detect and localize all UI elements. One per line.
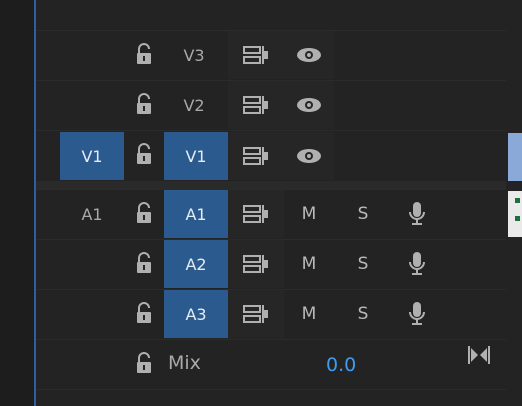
eye-icon [297,98,321,112]
lock-icon[interactable] [134,352,154,376]
sync-lock-icon [243,205,268,223]
mute-button[interactable]: M [284,290,334,338]
track-target-a1[interactable]: A1 [164,190,228,238]
track-target-a3[interactable]: A3 [164,290,228,338]
clip-marker [515,198,520,203]
mic-icon [409,252,425,275]
sync-lock-button[interactable] [228,290,284,338]
track-target-a2[interactable]: A2 [164,240,228,288]
lock-icon[interactable] [134,302,154,326]
toggle-output-button[interactable] [284,132,334,180]
sync-lock-button[interactable] [228,190,284,238]
voice-over-button[interactable] [392,240,442,288]
empty-row [36,389,506,406]
lock-icon[interactable] [134,93,154,117]
solo-button[interactable]: S [338,240,388,288]
video-audio-divider[interactable] [36,181,506,189]
sync-lock-button[interactable] [228,81,284,129]
clip-marker [515,216,520,221]
fit-icon[interactable] [468,346,490,364]
sync-lock-icon [243,305,268,323]
voice-over-button[interactable] [392,190,442,238]
lock-icon[interactable] [134,202,154,226]
sync-lock-icon [243,147,268,165]
sync-lock-button[interactable] [228,132,284,180]
solo-button[interactable]: S [338,190,388,238]
mute-button[interactable]: M [284,240,334,288]
lock-icon[interactable] [134,43,154,67]
mix-volume-value[interactable]: 0.0 [326,354,356,376]
sync-lock-button[interactable] [228,240,284,288]
mute-button[interactable]: M [284,190,334,238]
sync-lock-icon [243,96,268,114]
sync-lock-icon [243,46,268,64]
lock-icon[interactable] [134,143,154,167]
empty-row [36,0,506,30]
eye-icon [297,48,321,62]
track-target-v1[interactable]: V1 [164,132,228,180]
mix-label: Mix [168,352,201,374]
track-target-v3[interactable]: V3 [162,31,226,79]
mic-icon [409,202,425,225]
solo-button[interactable]: S [338,290,388,338]
track-row-mix [36,339,506,389]
source-patch-v1[interactable]: V1 [60,132,124,180]
voice-over-button[interactable] [392,290,442,338]
video-clip[interactable] [508,133,522,181]
toggle-output-button[interactable] [284,31,334,79]
mic-icon [409,302,425,325]
source-patch-a1[interactable]: A1 [60,190,124,238]
left-gutter [0,0,34,406]
sync-lock-button[interactable] [228,31,284,79]
eye-icon [297,149,321,163]
track-target-v2[interactable]: V2 [162,81,226,129]
toggle-output-button[interactable] [284,81,334,129]
lock-icon[interactable] [134,252,154,276]
sync-lock-icon [243,255,268,273]
